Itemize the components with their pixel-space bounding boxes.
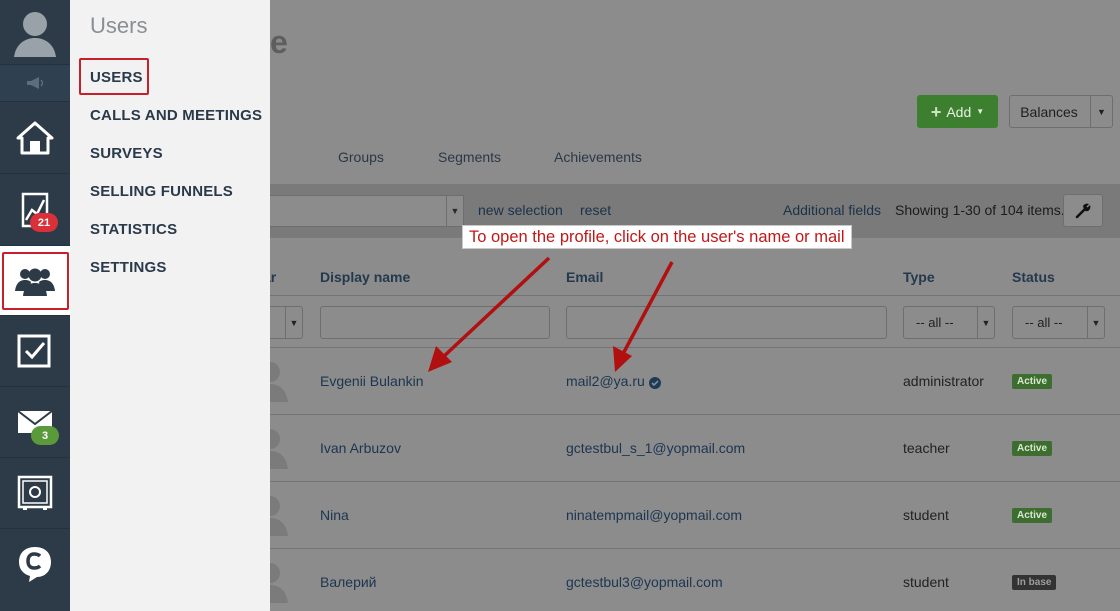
user-name-link[interactable]: Валерий (320, 574, 377, 590)
checkbox-icon (17, 334, 51, 368)
type-filter-select[interactable]: -- all -- ▼ (903, 306, 995, 339)
status-badge: Active (1012, 441, 1053, 456)
status-badge: Active (1012, 508, 1053, 523)
settings-button[interactable] (1063, 194, 1103, 227)
column-display-name[interactable]: Display name (320, 269, 410, 285)
annotation-callout: To open the profile, click on the user's… (462, 225, 852, 249)
chevron-down-icon: ▼ (976, 107, 985, 116)
add-button[interactable]: + Add ▼ (917, 95, 998, 128)
user-type: student (903, 507, 949, 523)
status-filter-value: -- all -- (1025, 315, 1063, 330)
status-filter-select[interactable]: -- all -- ▼ (1012, 306, 1105, 339)
user-name-link[interactable]: Ivan Arbuzov (320, 440, 401, 456)
menu-item-settings[interactable]: SETTINGS (90, 259, 167, 276)
status-badge: In base (1012, 575, 1057, 590)
menu-item-calls-and-meetings[interactable]: CALLS AND MEETINGS (90, 107, 262, 124)
rail-statistics[interactable]: 21 (0, 174, 70, 246)
menu-item-surveys[interactable]: SURVEYS (90, 145, 163, 162)
chevron-down-icon: ▼ (285, 307, 302, 338)
chevron-down-icon: ▼ (446, 196, 463, 226)
user-email-link[interactable]: gctestbul3@yopmail.com (566, 574, 723, 590)
column-avatar: ar (270, 269, 277, 285)
status-badge: Active (1012, 374, 1053, 389)
user-avatar-icon (270, 429, 288, 469)
type-filter-value: -- all -- (916, 315, 954, 330)
user-type: administrator (903, 373, 984, 389)
megaphone-icon (27, 77, 44, 89)
add-button-label: Add (946, 103, 972, 120)
rail-safe[interactable] (0, 458, 70, 529)
rail-users[interactable] (0, 246, 70, 316)
balances-button[interactable]: Balances ▼ (1009, 95, 1113, 128)
additional-fields-link[interactable]: Additional fields (783, 202, 881, 218)
items-count: Showing 1-30 of 104 items. (895, 202, 1065, 218)
balances-label: Balances (1020, 103, 1078, 120)
email-filter-input[interactable] (566, 306, 887, 339)
users-menu-panel: Users USERS CALLS AND MEETINGS SURVEYS S… (70, 0, 270, 611)
highlight-box (2, 252, 69, 310)
reset-link[interactable]: reset (580, 202, 611, 218)
icon-rail: 21 3 (0, 0, 70, 611)
user-avatar-icon (14, 12, 56, 57)
rail-home[interactable] (0, 102, 70, 174)
menu-item-selling-funnels[interactable]: SELLING FUNNELS (90, 183, 233, 200)
user-name-link[interactable]: Evgenii Bulankin (320, 373, 424, 389)
rail-messages[interactable]: 3 (0, 387, 70, 458)
chevron-down-icon: ▼ (977, 307, 994, 338)
rail-brand[interactable] (0, 529, 70, 599)
home-icon (16, 121, 54, 154)
chevron-down-icon: ▼ (1087, 307, 1104, 338)
page-title: e (270, 24, 288, 60)
divider (270, 548, 1120, 549)
plus-icon: + (930, 101, 942, 122)
column-status[interactable]: Status (1012, 269, 1055, 285)
user-type: student (903, 574, 949, 590)
chevron-down-icon[interactable]: ▼ (1090, 96, 1112, 127)
user-email-link[interactable]: mail2@ya.ru (566, 373, 661, 389)
column-type[interactable]: Type (903, 269, 935, 285)
display-name-filter-input[interactable] (320, 306, 550, 339)
user-avatar-icon (270, 563, 288, 603)
safe-icon (17, 475, 53, 510)
column-email[interactable]: Email (566, 269, 603, 285)
menu-item-users[interactable]: USERS (90, 69, 143, 86)
user-email-text: mail2@ya.ru (566, 373, 645, 389)
wrench-icon (1075, 203, 1091, 218)
user-type: teacher (903, 440, 950, 456)
users-page-overlay: e + Add ▼ Balances ▼ es Groups Segments … (270, 0, 1120, 611)
new-selection-link[interactable]: new selection (478, 202, 563, 218)
menu-item-statistics[interactable]: STATISTICS (90, 221, 177, 238)
tab-groups[interactable]: Groups (338, 149, 384, 165)
divider (270, 481, 1120, 482)
divider (270, 295, 1120, 296)
menu-title: Users (90, 13, 148, 38)
announce-item[interactable] (0, 65, 70, 102)
divider (270, 347, 1120, 348)
selection-select[interactable]: ▼ (270, 195, 464, 227)
verified-check-icon (648, 377, 661, 389)
divider (270, 414, 1120, 415)
tab-segments[interactable]: Segments (438, 149, 501, 165)
brand-logo-icon (19, 547, 51, 582)
user-avatar-icon (270, 362, 288, 402)
user-avatar-icon (270, 496, 288, 536)
tab-achievements[interactable]: Achievements (554, 149, 642, 165)
user-name-link[interactable]: Nina (320, 507, 349, 523)
avatar-filter-select[interactable]: ▼ (270, 306, 303, 339)
messages-badge: 3 (31, 426, 59, 445)
user-email-link[interactable]: gctestbul_s_1@yopmail.com (566, 440, 745, 456)
profile-avatar[interactable] (0, 0, 70, 65)
notification-badge: 21 (30, 213, 58, 232)
user-email-link[interactable]: ninatempmail@yopmail.com (566, 507, 742, 523)
rail-tasks[interactable] (0, 316, 70, 387)
